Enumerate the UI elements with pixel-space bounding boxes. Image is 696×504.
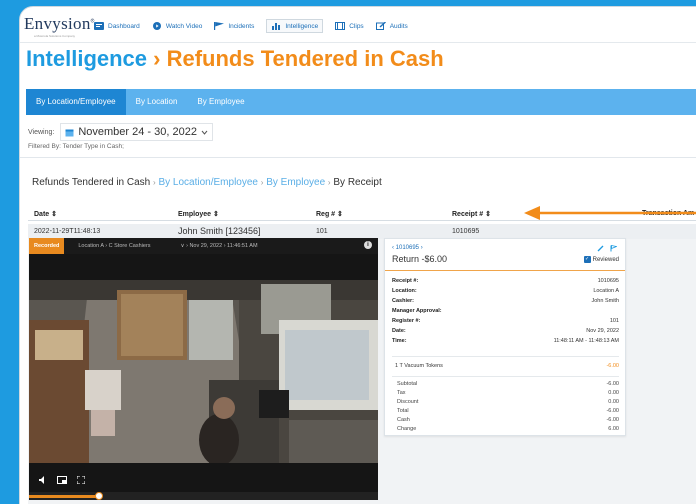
table-row[interactable]: 2022-11-29T11:48:13 John Smith [123456] … bbox=[28, 224, 696, 239]
col-employee[interactable]: Employee ⇕ bbox=[178, 210, 219, 218]
receipt-total-row: Cash -6.00 bbox=[397, 417, 619, 423]
calendar-icon bbox=[65, 129, 74, 136]
receipt-separator bbox=[392, 356, 619, 357]
receipt-field: Time: 11:48:11 AM - 11:48:13 AM bbox=[392, 338, 619, 344]
pencil-icon bbox=[375, 22, 386, 30]
breadcrumb-root: Refunds Tendered in Cash bbox=[32, 177, 151, 188]
nav-incidents[interactable]: Incidents bbox=[214, 19, 254, 33]
cell-reg: 101 bbox=[316, 228, 328, 235]
video-header: Recorded Location A › C Store Cashiers ∨… bbox=[29, 238, 378, 254]
recorded-badge: Recorded bbox=[29, 238, 65, 254]
fullscreen-icon[interactable] bbox=[77, 476, 85, 484]
nav-items: Dashboard Watch Video Incidents Intellig… bbox=[94, 19, 420, 33]
video-progress-handle[interactable] bbox=[94, 492, 103, 500]
cell-date: 2022-11-29T11:48:13 bbox=[34, 228, 101, 235]
video-timestamp[interactable]: ∨ › Nov 29, 2022 › 11:46:51 AM bbox=[181, 243, 258, 249]
picture-in-picture-icon[interactable] bbox=[57, 476, 67, 484]
receipt-field: Receipt #: 1010695 bbox=[392, 278, 619, 284]
breadcrumb-current: By Receipt bbox=[333, 177, 382, 188]
col-reg[interactable]: Reg # ⇕ bbox=[316, 210, 343, 218]
tab-by-employee[interactable]: By Employee bbox=[187, 89, 254, 115]
flag-icon[interactable] bbox=[610, 245, 617, 252]
cell-employee: John Smith [123456] bbox=[178, 226, 261, 236]
page-title: Intelligence › Refunds Tendered in Cash bbox=[26, 46, 444, 72]
breadcrumb: Refunds Tendered in Cash › By Location/E… bbox=[32, 177, 382, 188]
nav-label: Audits bbox=[389, 22, 408, 30]
video-player[interactable]: Recorded Location A › C Store Cashiers ∨… bbox=[29, 238, 378, 500]
breadcrumb-location-employee[interactable]: By Location/Employee bbox=[158, 177, 258, 188]
receipt-nav[interactable]: ‹ 1010695 › bbox=[392, 245, 423, 251]
filter-value: Tender Type in Cash; bbox=[62, 143, 124, 150]
edit-icon[interactable] bbox=[597, 245, 604, 252]
video-location[interactable]: Location A › C Store Cashiers bbox=[78, 243, 150, 249]
receipt-field: Manager Approval: bbox=[392, 308, 442, 314]
viewing-label: Viewing: bbox=[28, 128, 55, 136]
breadcrumb-sep: › bbox=[153, 178, 156, 187]
play-icon bbox=[152, 22, 161, 30]
nav-label: Watch Video bbox=[165, 22, 203, 30]
receipt-type: Return -$6.00 bbox=[392, 254, 448, 264]
flag-icon bbox=[214, 22, 225, 30]
receipt-actions bbox=[597, 245, 617, 252]
receipt-total-row: Change 6.00 bbox=[397, 426, 619, 432]
date-range-value: November 24 - 30, 2022 bbox=[78, 126, 197, 138]
receipt-field: Cashier: John Smith bbox=[392, 298, 619, 304]
reviewed-label: Reviewed bbox=[592, 256, 619, 263]
dashboard-icon bbox=[94, 22, 104, 30]
receipt-card: ‹ 1010695 › Return -$6.00 ✓ Reviewed Rec… bbox=[384, 238, 626, 436]
tab-by-location[interactable]: By Location bbox=[126, 89, 188, 115]
receipt-divider bbox=[385, 270, 625, 271]
tab-bar: By Location/Employee By Location By Empl… bbox=[26, 89, 696, 115]
nav-dashboard[interactable]: Dashboard bbox=[94, 19, 140, 33]
bar-chart-icon bbox=[272, 23, 281, 30]
video-controls bbox=[29, 472, 378, 488]
breadcrumb-employee[interactable]: By Employee bbox=[266, 177, 325, 188]
filter-summary: Filtered By: Tender Type in Cash; bbox=[28, 143, 124, 150]
nav-intelligence[interactable]: Intelligence bbox=[266, 19, 324, 33]
divider bbox=[20, 157, 696, 158]
title-separator: › bbox=[147, 46, 167, 71]
logo[interactable]: Envysion® a Motorola Solutions Company bbox=[24, 14, 94, 38]
video-progress-fill bbox=[29, 495, 99, 498]
brand-name: Envysion bbox=[24, 14, 91, 33]
viewing-row: Viewing: November 24 - 30, 2022 bbox=[28, 123, 213, 141]
arrow-annotation bbox=[524, 206, 696, 220]
receipt-field: Location: Location A bbox=[392, 288, 619, 294]
nav-label: Intelligence bbox=[285, 22, 319, 30]
nav-label: Dashboard bbox=[108, 22, 140, 30]
cell-receipt: 1010695 bbox=[452, 228, 480, 235]
nav-watch-video[interactable]: Watch Video bbox=[152, 19, 203, 33]
breadcrumb-sep: › bbox=[260, 178, 264, 187]
breadcrumb-sep: › bbox=[327, 178, 331, 187]
film-icon bbox=[335, 22, 346, 30]
info-icon[interactable]: i bbox=[364, 241, 372, 249]
brand-tagline: a Motorola Solutions Company bbox=[34, 34, 76, 38]
nav-label: Incidents bbox=[228, 22, 255, 30]
checkbox-checked-icon: ✓ bbox=[583, 256, 591, 263]
col-date[interactable]: Date ⇕ bbox=[34, 210, 57, 218]
top-nav: Envysion® a Motorola Solutions Company D… bbox=[20, 7, 696, 43]
date-range-picker[interactable]: November 24 - 30, 2022 bbox=[60, 123, 213, 141]
receipt-field: Register #: 101 bbox=[392, 318, 619, 324]
video-progress-bar[interactable] bbox=[29, 492, 378, 500]
receipt-separator bbox=[392, 376, 619, 377]
camera-frame-image bbox=[29, 280, 378, 463]
tab-by-location-employee[interactable]: By Location/Employee bbox=[26, 89, 126, 115]
nav-clips[interactable]: Clips bbox=[335, 19, 364, 33]
nav-label: Clips bbox=[349, 22, 364, 30]
volume-icon[interactable] bbox=[39, 476, 47, 484]
title-report: Refunds Tendered in Cash bbox=[166, 46, 444, 71]
reviewed-checkbox[interactable]: ✓ Reviewed bbox=[583, 256, 619, 263]
receipt-total-row: Total -6.00 bbox=[397, 408, 619, 414]
receipt-total-row: Subtotal -6.00 bbox=[397, 381, 619, 387]
filter-label: Filtered By: bbox=[28, 143, 61, 150]
nav-audits[interactable]: Audits bbox=[375, 19, 408, 33]
receipt-total-row: Discount 0.00 bbox=[397, 399, 619, 405]
title-section: Intelligence bbox=[26, 46, 148, 71]
receipt-field: Date: Nov 29, 2022 bbox=[392, 328, 619, 334]
receipt-total-row: Tax 0.00 bbox=[397, 390, 619, 396]
chevron-down-icon bbox=[201, 130, 208, 135]
col-receipt[interactable]: Receipt # ⇕ bbox=[452, 210, 491, 218]
receipt-line-item: 1 T Vacuum Tokens -6.00 bbox=[395, 363, 619, 369]
